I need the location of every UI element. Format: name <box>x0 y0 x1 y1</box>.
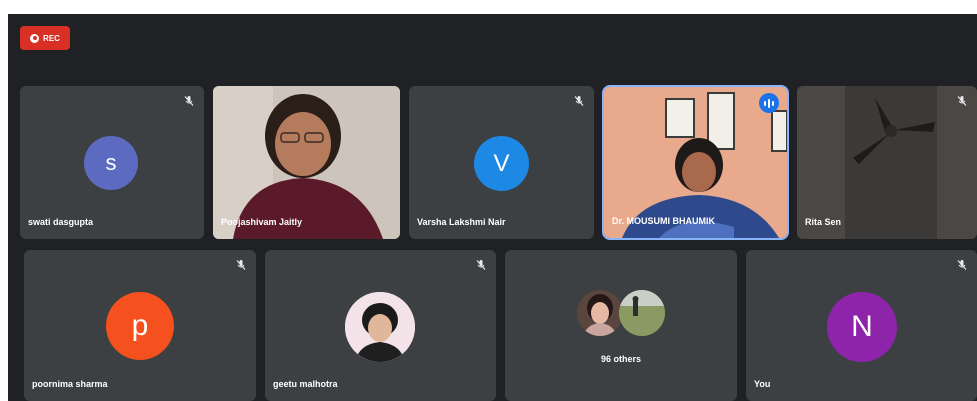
avatar: V <box>474 136 529 191</box>
mic-off-icon <box>475 259 487 271</box>
participant-tile-varsha-lakshmi-nair[interactable]: V Varsha Lakshmi Nair <box>409 86 594 239</box>
avatar-photo <box>577 290 623 336</box>
participant-name: Rita Sen <box>805 217 842 227</box>
avatar-initial: p <box>131 309 149 342</box>
participant-name: You <box>754 379 771 389</box>
participant-name: swati dasgupta <box>28 217 94 227</box>
avatar-photo <box>619 290 665 336</box>
participant-tile-swati-dasgupta[interactable]: s swati dasgupta <box>20 86 204 239</box>
participant-name: Varsha Lakshmi Nair <box>417 217 506 227</box>
avatar: N <box>827 292 897 362</box>
mic-off-icon <box>183 95 195 107</box>
avatar: p <box>106 292 174 360</box>
participant-name: poornima sharma <box>32 379 108 389</box>
participant-name: Dr. MOUSUMI BHAUMIK <box>612 216 715 226</box>
avatar-initial: V <box>493 149 510 177</box>
participant-tile-poojashivam-jaitly[interactable]: Poojashivam Jaitly <box>213 86 400 239</box>
participant-tile-mousumi-bhaumik[interactable]: Dr. MOUSUMI BHAUMIK <box>602 85 789 240</box>
mic-off-icon <box>573 95 585 107</box>
mic-off-icon <box>956 259 968 271</box>
others-count: 96 others <box>600 354 642 364</box>
participant-name: Poojashivam Jaitly <box>221 217 303 227</box>
meeting-stage: REC s swati dasgupta Poojashivam Jaitly … <box>8 14 977 401</box>
participant-tile-geetu-malhotra[interactable]: geetu malhotra <box>265 250 496 401</box>
recording-indicator[interactable]: REC <box>20 26 70 50</box>
avatar-photo <box>345 292 415 362</box>
participant-tile-you[interactable]: N You <box>746 250 977 401</box>
participant-tile-others[interactable]: 96 others <box>505 250 737 401</box>
record-icon <box>30 33 40 43</box>
speaking-indicator-icon <box>759 93 779 113</box>
participant-name: geetu malhotra <box>273 379 338 389</box>
avatar-initial: N <box>851 310 873 343</box>
recording-label: REC <box>43 33 60 43</box>
avatar: s <box>84 136 138 190</box>
mic-off-icon <box>956 95 968 107</box>
participant-tile-poornima-sharma[interactable]: p poornima sharma <box>24 250 256 401</box>
avatar-initial: s <box>105 150 117 175</box>
participant-tile-rita-sen[interactable]: Rita Sen <box>797 86 977 239</box>
mic-off-icon <box>235 259 247 271</box>
